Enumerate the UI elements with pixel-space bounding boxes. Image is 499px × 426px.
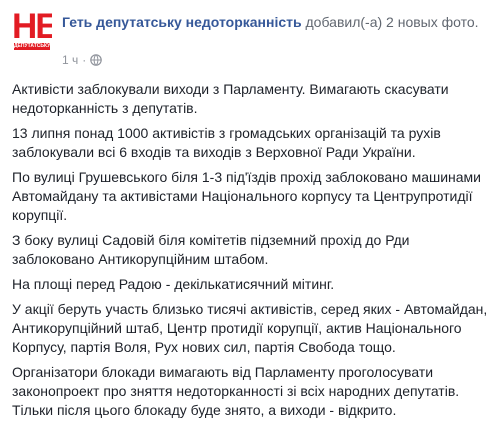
post-paragraph: 13 липня понад 1000 активістів з громадс… [12, 125, 441, 160]
page-name-link[interactable]: Геть депутатську недоторканність [62, 14, 302, 30]
avatar-logo-text: НЕ [12, 12, 52, 46]
meta-separator: · [82, 53, 87, 67]
globe-icon[interactable] [90, 54, 103, 66]
post-paragraph: Організатори блокади вимагають від Парла… [12, 364, 460, 418]
post-paragraph: З боку вулиці Садовій біля комітетів під… [12, 232, 410, 267]
post-meta: 1 ч · [62, 53, 103, 67]
post-paragraph: На площі перед Радою - декількатисячний … [12, 276, 335, 292]
avatar-logo-subtext: ДЕПУТАТСЬКУ [14, 43, 50, 50]
post-timestamp[interactable]: 1 ч [62, 53, 78, 67]
post-header-text: Геть депутатську недоторканність добавил… [62, 13, 492, 32]
post-paragraph: Активісти заблокували виходи з Парламент… [12, 81, 449, 116]
page-avatar[interactable]: НЕ ДЕПУТАТСЬКУ [12, 12, 52, 52]
post-body: Активісти заблокували виходи з Парламент… [12, 80, 490, 426]
post-paragraph: По вулиці Грушевського біля 1-3 під'їзді… [12, 169, 481, 223]
added-text: добавил(-а) [305, 14, 383, 30]
post-header: НЕ ДЕПУТАТСЬКУ Геть депутатську недоторк… [12, 12, 492, 72]
post-paragraph: У акції беруть участь близько тисячі акт… [12, 301, 488, 355]
new-photos-link[interactable]: 2 новых фото. [386, 14, 479, 30]
